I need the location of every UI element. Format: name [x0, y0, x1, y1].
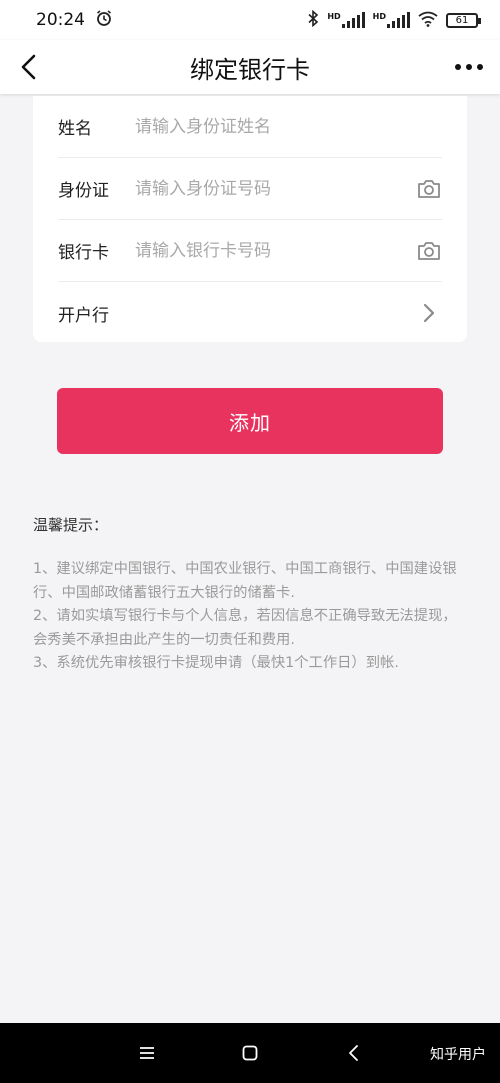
watermark-text: 知乎用户: [430, 1047, 486, 1063]
network-label-2: HD: [372, 12, 386, 21]
camera-icon[interactable]: [416, 176, 442, 202]
more-dot-icon: [455, 64, 461, 70]
name-label: 姓名: [58, 119, 92, 139]
bank-card-form: 姓名 身份证 银行卡 开户行: [33, 96, 467, 342]
tips-title: 温馨提示：: [33, 516, 109, 534]
chevron-right-icon: [416, 300, 442, 326]
signal-1-icon: HD: [327, 12, 365, 28]
id-card-row: 身份证: [58, 158, 442, 220]
home-button[interactable]: [237, 1041, 263, 1065]
bank-label: 开户行: [58, 305, 109, 326]
tips-list: 1、建议绑定中国银行、中国农业银行、中国工商银行、中国建设银行、中国邮政储蓄银行…: [33, 558, 465, 676]
name-input[interactable]: [135, 116, 442, 137]
more-dot-icon: [477, 64, 483, 70]
tip-item: 1、建议绑定中国银行、中国农业银行、中国工商银行、中国建设银行、中国邮政储蓄银行…: [33, 561, 457, 601]
system-navigation-bar: 知乎用户: [0, 1023, 500, 1083]
name-row: 姓名: [58, 96, 442, 158]
system-back-icon: [349, 1045, 358, 1061]
navigation-bar: 绑定银行卡: [0, 40, 500, 94]
page-title: 绑定银行卡: [190, 55, 310, 84]
status-time: 20:24: [36, 10, 85, 30]
back-arrow-icon: [21, 54, 36, 80]
status-left: 20:24: [36, 9, 113, 32]
more-options-button[interactable]: [452, 54, 486, 80]
status-right: HD HD 61: [307, 9, 481, 30]
more-dot-icon: [466, 64, 472, 70]
status-bar: 20:24 HD HD 61: [0, 0, 500, 40]
alarm-icon: [95, 9, 113, 32]
camera-icon[interactable]: [416, 238, 442, 264]
bank-card-label: 银行卡: [58, 243, 109, 263]
tip-item: 3、系统优先审核银行卡提现申请（最快1个工作日）到帐.: [33, 655, 399, 671]
bank-card-input[interactable]: [135, 240, 410, 261]
back-button[interactable]: [14, 50, 48, 84]
bank-card-row: 银行卡: [58, 220, 442, 282]
wifi-icon: [418, 11, 438, 30]
add-button[interactable]: 添加: [57, 388, 443, 454]
bank-select-row[interactable]: 开户行: [58, 282, 442, 344]
signal-2-icon: HD: [373, 12, 410, 28]
menu-button[interactable]: [134, 1041, 160, 1065]
home-icon: [242, 1045, 258, 1061]
menu-icon: [140, 1047, 154, 1059]
battery-icon: 61: [446, 12, 481, 28]
tip-item: 2、请如实填写银行卡与个人信息，若因信息不正确导致无法提现，会秀美不承担由此产生…: [33, 608, 457, 648]
network-label-1: HD: [327, 12, 341, 21]
system-back-button[interactable]: [341, 1041, 367, 1065]
id-card-label: 身份证: [58, 181, 109, 201]
bluetooth-icon: [307, 9, 319, 30]
id-card-input[interactable]: [135, 178, 410, 199]
battery-level: 61: [455, 14, 469, 26]
